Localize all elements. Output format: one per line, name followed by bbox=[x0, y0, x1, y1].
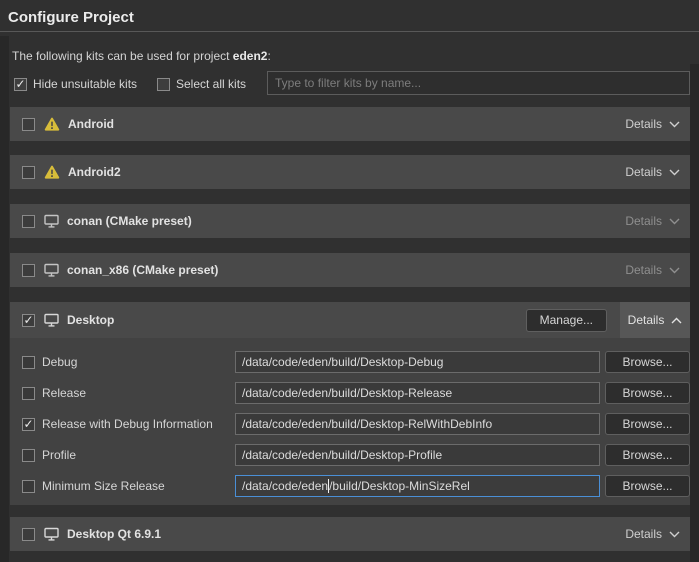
chevron-down-icon bbox=[669, 169, 680, 176]
title-separator bbox=[0, 31, 699, 32]
chevron-down-icon bbox=[669, 267, 680, 274]
kit-checkbox[interactable] bbox=[22, 166, 35, 179]
manage-button[interactable]: Manage... bbox=[526, 309, 607, 332]
desktop-icon bbox=[44, 527, 59, 541]
config-label: Release bbox=[42, 386, 86, 400]
details-toggle[interactable]: Details bbox=[625, 165, 680, 179]
intro-text: The following kits can be used for proje… bbox=[12, 49, 271, 63]
config-checkbox[interactable] bbox=[22, 449, 35, 462]
select-all-label: Select all kits bbox=[176, 77, 246, 91]
hide-unsuitable-label: Hide unsuitable kits bbox=[33, 77, 137, 91]
page-title: Configure Project bbox=[8, 9, 134, 26]
kit-filter-input[interactable] bbox=[267, 71, 690, 95]
select-all-kits-option[interactable]: Select all kits bbox=[157, 76, 246, 92]
desktop-icon bbox=[44, 263, 59, 277]
kit-row-desktop-qt[interactable]: Desktop Qt 6.9.1 Details bbox=[10, 517, 690, 551]
kit-name: Android2 bbox=[68, 165, 121, 179]
details-label: Details bbox=[625, 263, 662, 277]
kit-name: conan_x86 (CMake preset) bbox=[67, 263, 218, 277]
intro-suffix: : bbox=[267, 49, 270, 63]
desktop-details-panel: Debug /data/code/eden/build/Desktop-Debu… bbox=[10, 338, 690, 505]
config-label: Release with Debug Information bbox=[42, 417, 213, 431]
build-dir-input[interactable]: /data/code/eden/build/Desktop-RelWithDeb… bbox=[235, 413, 600, 435]
config-checkbox[interactable] bbox=[22, 418, 35, 431]
browse-button[interactable]: Browse... bbox=[605, 444, 690, 466]
kit-name: Desktop bbox=[67, 313, 114, 327]
build-dir-input-focused[interactable]: /data/code/eden/build/Desktop-MinSizeRel bbox=[235, 475, 600, 497]
kit-checkbox[interactable] bbox=[22, 528, 35, 541]
right-margin bbox=[690, 64, 699, 562]
config-checkbox[interactable] bbox=[22, 480, 35, 493]
details-toggle[interactable]: Details bbox=[625, 527, 680, 541]
project-name: eden2 bbox=[233, 49, 268, 63]
build-dir-value: /data/code/eden bbox=[242, 479, 328, 493]
desktop-icon bbox=[44, 214, 59, 228]
details-label: Details bbox=[625, 527, 662, 541]
kit-row-conan-x86[interactable]: conan_x86 (CMake preset) Details bbox=[10, 253, 690, 287]
config-label: Debug bbox=[42, 355, 77, 369]
kit-row-android2[interactable]: Android2 Details bbox=[10, 155, 690, 189]
build-config-row-debug: Debug /data/code/eden/build/Desktop-Debu… bbox=[10, 351, 690, 373]
desktop-icon bbox=[44, 313, 59, 327]
details-toggle[interactable]: Details bbox=[625, 117, 680, 131]
details-label: Details bbox=[628, 313, 665, 327]
kit-checkbox[interactable] bbox=[22, 264, 35, 277]
hide-unsuitable-checkbox[interactable] bbox=[14, 78, 27, 91]
details-label: Details bbox=[625, 117, 662, 131]
build-dir-input[interactable]: /data/code/eden/build/Desktop-Release bbox=[235, 382, 600, 404]
warning-icon bbox=[44, 117, 60, 131]
kit-checkbox[interactable] bbox=[22, 314, 35, 327]
build-dir-value: /data/code/eden/build/Desktop-Release bbox=[242, 386, 452, 400]
details-toggle[interactable]: Details bbox=[620, 302, 690, 338]
kit-row-conan[interactable]: conan (CMake preset) Details bbox=[10, 204, 690, 238]
build-dir-input[interactable]: /data/code/eden/build/Desktop-Debug bbox=[235, 351, 600, 373]
kit-name: Android bbox=[68, 117, 114, 131]
build-config-row-relwithdebinfo: Release with Debug Information /data/cod… bbox=[10, 413, 690, 435]
build-dir-value: /data/code/eden/build/Desktop-RelWithDeb… bbox=[242, 417, 492, 431]
browse-button[interactable]: Browse... bbox=[605, 351, 690, 373]
browse-button[interactable]: Browse... bbox=[605, 382, 690, 404]
chevron-down-icon bbox=[669, 531, 680, 538]
kit-checkbox[interactable] bbox=[22, 118, 35, 131]
left-margin bbox=[0, 36, 9, 562]
details-label: Details bbox=[625, 214, 662, 228]
browse-button[interactable]: Browse... bbox=[605, 413, 690, 435]
browse-button[interactable]: Browse... bbox=[605, 475, 690, 497]
intro-prefix: The following kits can be used for proje… bbox=[12, 49, 233, 63]
details-label: Details bbox=[625, 165, 662, 179]
chevron-down-icon bbox=[669, 121, 680, 128]
chevron-down-icon bbox=[669, 218, 680, 225]
config-checkbox[interactable] bbox=[22, 387, 35, 400]
kit-name: Desktop Qt 6.9.1 bbox=[67, 527, 161, 541]
kit-row-desktop[interactable]: Desktop Manage... Details bbox=[10, 302, 690, 338]
details-toggle[interactable]: Details bbox=[625, 263, 680, 277]
build-dir-value: /data/code/eden/build/Desktop-Debug bbox=[242, 355, 443, 369]
kit-checkbox[interactable] bbox=[22, 215, 35, 228]
details-toggle[interactable]: Details bbox=[625, 214, 680, 228]
hide-unsuitable-kits-option[interactable]: Hide unsuitable kits bbox=[14, 76, 137, 92]
build-config-row-minsizerel: Minimum Size Release /data/code/eden/bui… bbox=[10, 475, 690, 497]
build-config-row-release: Release /data/code/eden/build/Desktop-Re… bbox=[10, 382, 690, 404]
config-checkbox[interactable] bbox=[22, 356, 35, 369]
select-all-checkbox[interactable] bbox=[157, 78, 170, 91]
config-label: Minimum Size Release bbox=[42, 479, 165, 493]
build-dir-value: /build/Desktop-MinSizeRel bbox=[329, 479, 470, 493]
configure-project-page: Configure Project The following kits can… bbox=[0, 0, 699, 562]
build-dir-value: /data/code/eden/build/Desktop-Profile bbox=[242, 448, 442, 462]
build-dir-input[interactable]: /data/code/eden/build/Desktop-Profile bbox=[235, 444, 600, 466]
build-config-row-profile: Profile /data/code/eden/build/Desktop-Pr… bbox=[10, 444, 690, 466]
config-label: Profile bbox=[42, 448, 76, 462]
kit-row-android[interactable]: Android Details bbox=[10, 107, 690, 141]
chevron-up-icon bbox=[671, 317, 682, 324]
warning-icon bbox=[44, 165, 60, 179]
kit-name: conan (CMake preset) bbox=[67, 214, 192, 228]
